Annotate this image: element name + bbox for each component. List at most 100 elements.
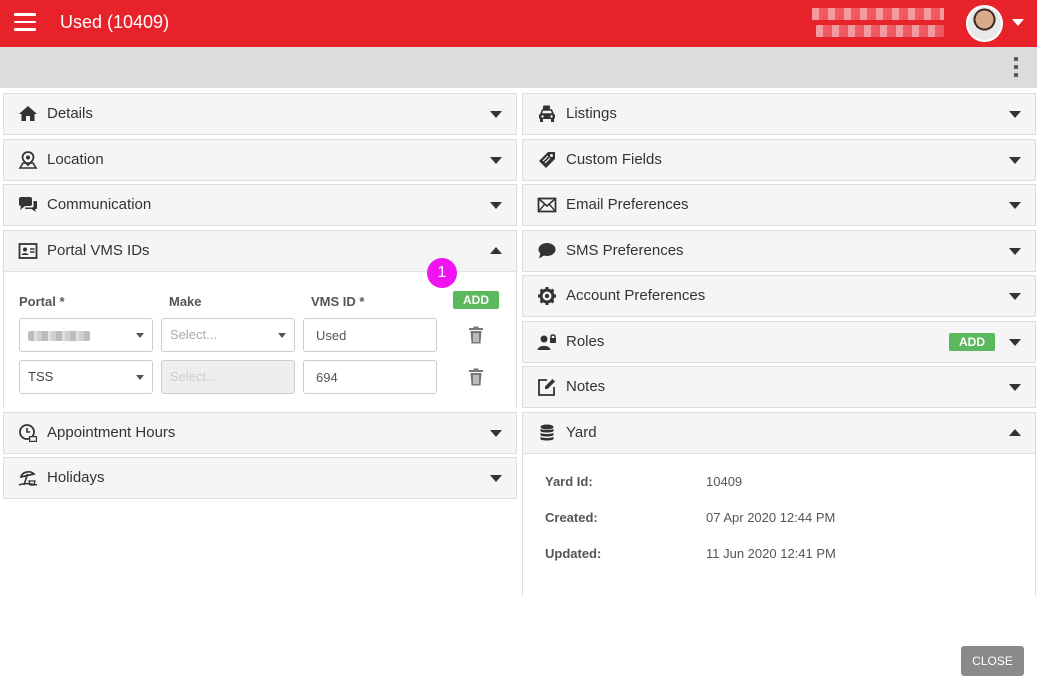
panel-custom-fields-header[interactable]: Custom Fields — [523, 140, 1035, 180]
updated-value: 11 Jun 2020 12:41 PM — [706, 546, 836, 561]
panel-portal-vms-ids: Portal VMS IDs Portal * Make VMS ID * AD… — [3, 230, 517, 407]
redacted-portal-value — [28, 330, 90, 341]
panel-custom-fields: Custom Fields — [522, 139, 1036, 181]
add-portal-button[interactable]: ADD — [453, 291, 499, 309]
trash-icon[interactable] — [468, 326, 484, 344]
panel-title: Custom Fields — [566, 151, 662, 168]
step-marker-badge: 1 — [427, 258, 457, 288]
clock-icon — [19, 424, 37, 442]
panel-location: Location — [3, 139, 517, 181]
panel-holidays-header[interactable]: Holidays — [4, 458, 516, 498]
chevron-down-icon — [136, 375, 144, 380]
tag-icon — [539, 152, 555, 168]
home-icon — [19, 106, 37, 121]
make-select-disabled: Select... — [161, 360, 295, 394]
updated-label: Updated: — [545, 546, 602, 561]
panel-yard-header[interactable]: Yard — [523, 413, 1035, 453]
chevron-down-icon — [490, 475, 502, 482]
panel-details-header[interactable]: Details — [4, 94, 516, 134]
panel-roles-header[interactable]: Roles ADD — [523, 322, 1035, 362]
created-label: Created: — [545, 510, 598, 525]
hamburger-menu-icon[interactable] — [14, 13, 36, 31]
created-value: 07 Apr 2020 12:44 PM — [706, 510, 836, 525]
panel-email-header[interactable]: Email Preferences — [523, 185, 1035, 225]
gear-icon — [538, 287, 556, 305]
edit-note-icon — [538, 379, 555, 396]
panel-title: Location — [47, 151, 104, 168]
panel-email-preferences: Email Preferences — [522, 184, 1036, 226]
yard-id-value: 10409 — [706, 474, 743, 489]
page-title: Used (10409) — [60, 12, 170, 32]
panel-title: Yard — [566, 424, 597, 441]
map-pin-icon — [18, 151, 38, 169]
make-select[interactable]: Select... — [161, 318, 295, 352]
make-select-value: Select... — [170, 327, 217, 342]
close-button[interactable]: CLOSE — [961, 646, 1024, 676]
portal-select[interactable]: TSS — [19, 360, 153, 394]
chevron-down-icon — [490, 111, 502, 118]
more-options-icon[interactable] — [1013, 57, 1019, 79]
chevron-down-icon — [1009, 293, 1021, 300]
chevron-down-icon — [136, 333, 144, 338]
vms-id-input[interactable] — [303, 318, 437, 352]
panel-notes: Notes — [522, 366, 1036, 408]
car-icon — [539, 105, 555, 122]
sub-toolbar — [0, 47, 1037, 88]
chevron-down-icon — [490, 202, 502, 209]
database-icon — [540, 424, 554, 441]
panel-sms-header[interactable]: SMS Preferences — [523, 231, 1035, 271]
portal-vms-body: Portal * Make VMS ID * ADD Select... TSS… — [4, 271, 516, 407]
vms-id-input[interactable] — [303, 360, 437, 394]
chevron-down-icon — [490, 430, 502, 437]
chevron-down-icon — [1009, 339, 1021, 346]
make-select-value: Select... — [170, 369, 217, 384]
chevron-down-icon — [1009, 202, 1021, 209]
chevron-down-icon — [1009, 157, 1021, 164]
panel-appointment-header[interactable]: Appointment Hours — [4, 413, 516, 453]
panel-appointment-hours: Appointment Hours — [3, 412, 517, 454]
panel-title: SMS Preferences — [566, 242, 684, 259]
chevron-down-icon — [1009, 111, 1021, 118]
panel-roles: Roles ADD — [522, 321, 1036, 363]
make-column-label: Make — [169, 294, 202, 309]
chevron-down-icon — [1009, 248, 1021, 255]
panel-notes-header[interactable]: Notes — [523, 367, 1035, 407]
panel-communication: Communication — [3, 184, 517, 226]
top-app-bar: Used (10409) — [0, 0, 1037, 47]
panel-title: Listings — [566, 105, 617, 122]
panel-location-header[interactable]: Location — [4, 140, 516, 180]
portal-select[interactable] — [19, 318, 153, 352]
user-menu-caret-icon[interactable] — [1012, 19, 1024, 26]
yard-body: Yard Id: 10409 Created: 07 Apr 2020 12:4… — [523, 453, 1035, 596]
panel-title: Communication — [47, 196, 152, 213]
panel-account-preferences: Account Preferences — [522, 275, 1036, 317]
yard-id-label: Yard Id: — [545, 474, 593, 489]
trash-icon[interactable] — [468, 368, 484, 386]
portal-select-value: TSS — [28, 369, 54, 384]
chat-icon — [19, 197, 37, 212]
chevron-down-icon — [1009, 384, 1021, 391]
panel-listings-header[interactable]: Listings — [523, 94, 1035, 134]
chevron-down-icon — [490, 157, 502, 164]
panel-title: Email Preferences — [566, 196, 689, 213]
panel-title: Account Preferences — [566, 287, 706, 304]
panel-holidays: Holidays — [3, 457, 517, 499]
vms-id-column-label: VMS ID * — [311, 294, 365, 309]
envelope-icon — [537, 197, 557, 213]
user-lock-icon — [537, 334, 556, 350]
panel-yard: Yard Yard Id: 10409 Created: 07 Apr 2020… — [522, 412, 1036, 596]
portal-column-label: Portal * — [19, 294, 65, 309]
panel-account-header[interactable]: Account Preferences — [523, 276, 1035, 316]
chevron-down-icon — [278, 333, 286, 338]
panel-listings: Listings — [522, 93, 1036, 135]
user-info-redacted — [812, 5, 944, 43]
panel-title: Notes — [566, 378, 606, 395]
avatar[interactable] — [966, 5, 1003, 42]
panel-title: Roles — [566, 333, 605, 350]
beach-umbrella-icon — [18, 471, 38, 486]
panel-title: Portal VMS IDs — [47, 242, 150, 259]
panel-communication-header[interactable]: Communication — [4, 185, 516, 225]
add-role-button[interactable]: ADD — [949, 333, 995, 351]
id-card-icon — [18, 243, 38, 259]
panel-title: Holidays — [47, 469, 105, 486]
